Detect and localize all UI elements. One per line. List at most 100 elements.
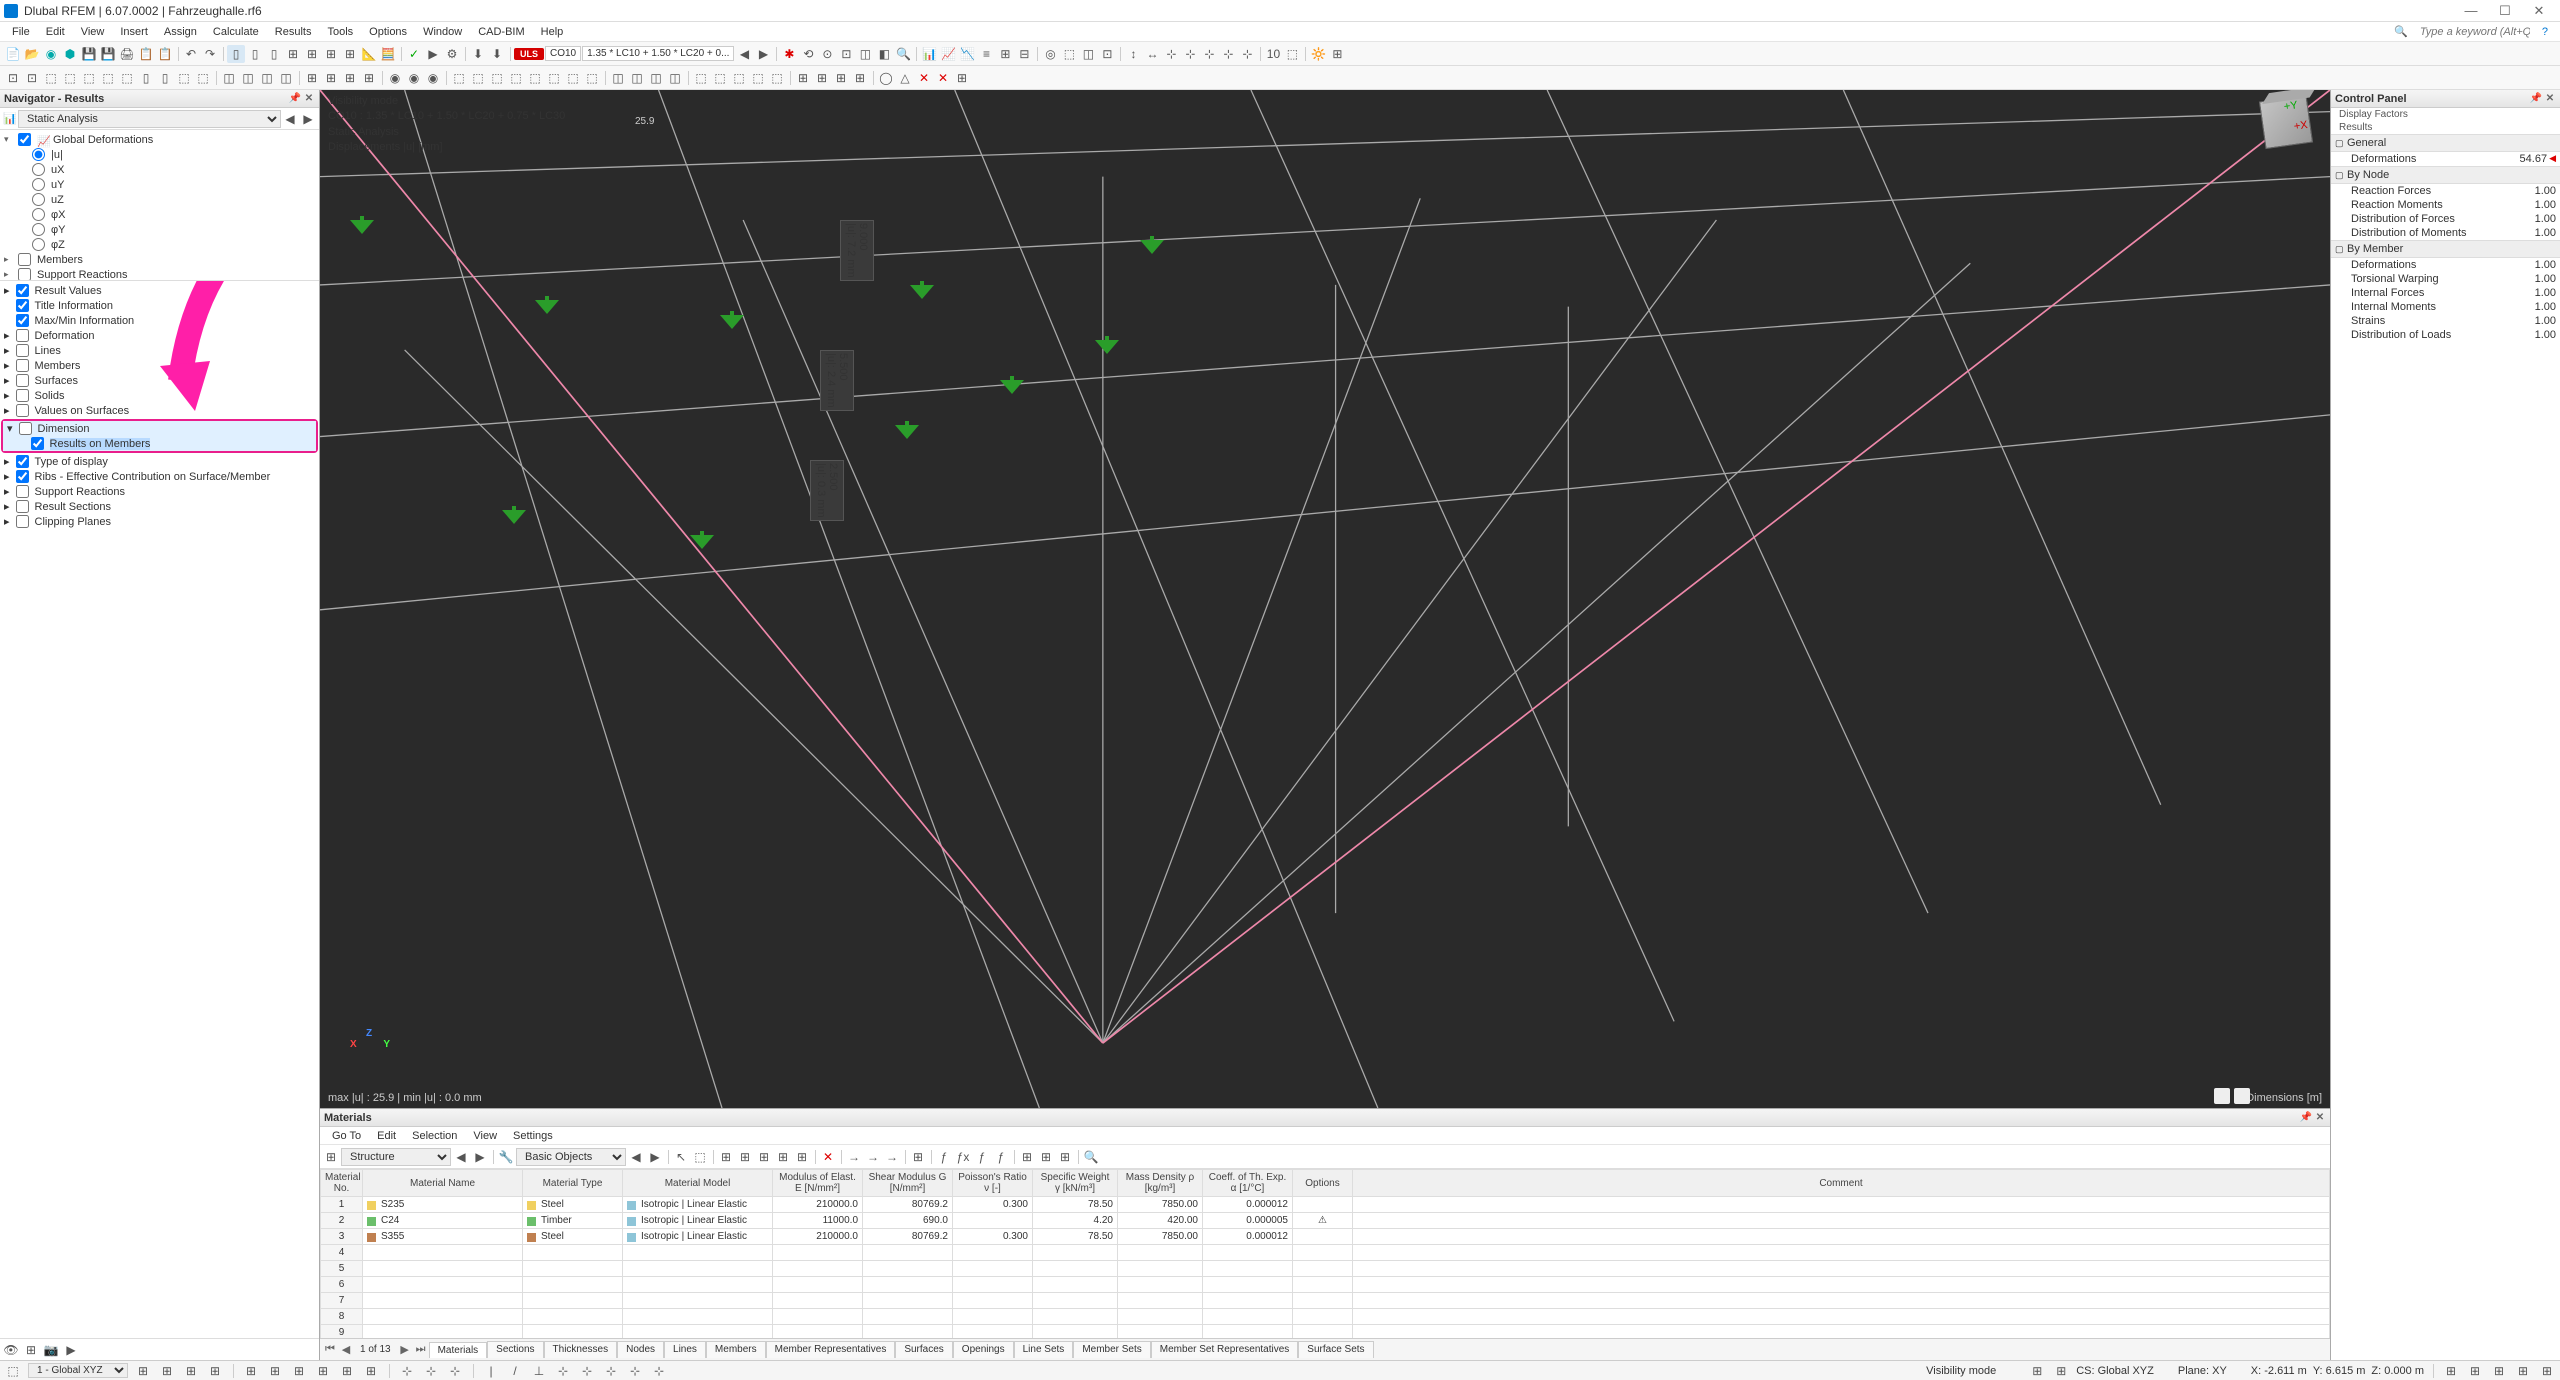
mt11-icon[interactable]: ⊞	[909, 1148, 927, 1166]
sb-icon3[interactable]: ⊞	[158, 1362, 176, 1380]
cp-row[interactable]: Reaction Moments1.00	[2331, 198, 2560, 212]
chk[interactable]	[16, 284, 29, 297]
caret-icon[interactable]: ▸	[4, 455, 10, 468]
fx4-icon[interactable]: ƒ	[992, 1148, 1010, 1166]
disp1-icon[interactable]: 📊	[920, 45, 938, 63]
tab-surfaces[interactable]: Surfaces	[895, 1341, 952, 1358]
tab-openings[interactable]: Openings	[953, 1341, 1014, 1358]
cp-row[interactable]: Distribution of Loads1.00	[2331, 328, 2560, 342]
view5-icon[interactable]: ⊞	[303, 45, 321, 63]
r4-icon[interactable]: ⊡	[837, 45, 855, 63]
sb-icon14[interactable]: ⊹	[446, 1362, 464, 1380]
mt15-icon[interactable]: ⊞	[1018, 1148, 1036, 1166]
dimension-check[interactable]	[19, 422, 32, 435]
new-icon[interactable]: 📄	[4, 45, 22, 63]
prev-icon[interactable]: ◀	[338, 1343, 354, 1356]
tree-phix[interactable]: φX	[51, 209, 315, 221]
sb-icon5[interactable]: ⊞	[206, 1362, 224, 1380]
tree-support2[interactable]: Support Reactions	[35, 486, 126, 498]
menu-results[interactable]: Results	[267, 24, 320, 40]
col-cm[interactable]: Comment	[1353, 1170, 2330, 1197]
sb-icon22[interactable]: ⊹	[650, 1362, 668, 1380]
mt2-icon[interactable]: ⬚	[691, 1148, 709, 1166]
sb-icon8[interactable]: ⊞	[290, 1362, 308, 1380]
sb-end1-icon[interactable]: ⊞	[2442, 1362, 2460, 1380]
tree-maxmin[interactable]: Max/Min Information	[35, 315, 135, 327]
close-panel-icon[interactable]: ✕	[303, 93, 315, 105]
delete-icon[interactable]: ✕	[819, 1148, 837, 1166]
chk[interactable]	[16, 500, 29, 513]
mat-menu-view[interactable]: View	[465, 1128, 505, 1144]
tab-members[interactable]: Members	[706, 1341, 766, 1358]
sun-icon[interactable]: 🔆	[1309, 45, 1327, 63]
table-row[interactable]: 9	[321, 1325, 2330, 1339]
t2-del4-icon[interactable]: ✕	[934, 69, 952, 87]
tab-lines[interactable]: Lines	[664, 1341, 706, 1358]
chk[interactable]	[16, 515, 29, 528]
magnify-icon[interactable]: 🔍	[1082, 1148, 1100, 1166]
tree-lines[interactable]: Lines	[35, 345, 61, 357]
print-icon[interactable]: 🖨	[118, 45, 136, 63]
t2-29-icon[interactable]: ⬚	[564, 69, 582, 87]
chk[interactable]	[16, 299, 29, 312]
wizard-icon[interactable]: ◉	[42, 45, 60, 63]
table-row[interactable]: 5	[321, 1261, 2330, 1277]
n2-icon[interactable]: ⬚	[1283, 45, 1301, 63]
caret-icon[interactable]: ▸	[4, 389, 10, 402]
caret-icon[interactable]: ▸	[4, 470, 10, 483]
tab-nodes[interactable]: Nodes	[617, 1341, 664, 1358]
sb-icon12[interactable]: ⊹	[398, 1362, 416, 1380]
radio-u[interactable]	[32, 148, 45, 161]
t2-37-icon[interactable]: ⬚	[730, 69, 748, 87]
t2-10-icon[interactable]: ⬚	[175, 69, 193, 87]
tab-member-set-representatives[interactable]: Member Set Representatives	[1151, 1341, 1299, 1358]
mt1-icon[interactable]: ↖	[672, 1148, 690, 1166]
cp-row[interactable]: Reaction Forces1.00	[2331, 184, 2560, 198]
undo-icon[interactable]: ↶	[182, 45, 200, 63]
r6-icon[interactable]: ◧	[875, 45, 893, 63]
pin-icon[interactable]: 📌	[289, 93, 301, 105]
tree-deformation[interactable]: Deformation	[35, 330, 95, 342]
search-input[interactable]	[2420, 26, 2530, 38]
t2-26-icon[interactable]: ⬚	[507, 69, 525, 87]
r7-icon[interactable]: 🔍	[894, 45, 912, 63]
chk[interactable]	[16, 389, 29, 402]
close-panel-icon[interactable]: ✕	[2314, 1112, 2326, 1124]
sb-icon18[interactable]: ⊹	[554, 1362, 572, 1380]
tab-member-sets[interactable]: Member Sets	[1073, 1341, 1150, 1358]
menu-file[interactable]: File	[4, 24, 38, 40]
table-row[interactable]: 3S355SteelIsotropic | Linear Elastic2100…	[321, 1229, 2330, 1245]
t2-21-icon[interactable]: ◉	[405, 69, 423, 87]
menu-view[interactable]: View	[73, 24, 113, 40]
caret-icon[interactable]: ▸	[4, 515, 10, 528]
tree-type-display[interactable]: Type of display	[35, 456, 108, 468]
disp4-icon[interactable]: ≡	[977, 45, 995, 63]
support-check[interactable]	[18, 268, 31, 280]
menu-insert[interactable]: Insert	[112, 24, 156, 40]
tab-sections[interactable]: Sections	[487, 1341, 543, 1358]
cp-row[interactable]: Distribution of Forces1.00	[2331, 212, 2560, 226]
mt7-icon[interactable]: ⊞	[793, 1148, 811, 1166]
load2-icon[interactable]: ⬇	[488, 45, 506, 63]
next-icon[interactable]: ▶	[299, 110, 317, 128]
t2-del2-icon[interactable]: △	[896, 69, 914, 87]
tree-solids[interactable]: Solids	[35, 390, 65, 402]
t2-36-icon[interactable]: ⬚	[711, 69, 729, 87]
t2-9-icon[interactable]: ▯	[156, 69, 174, 87]
disp5-icon[interactable]: ⊞	[996, 45, 1014, 63]
t2-42-icon[interactable]: ⊞	[832, 69, 850, 87]
mt16-icon[interactable]: ⊞	[1037, 1148, 1055, 1166]
menu-calculate[interactable]: Calculate	[205, 24, 267, 40]
s1-icon[interactable]: ◎	[1041, 45, 1059, 63]
mat-menu-edit[interactable]: Edit	[369, 1128, 404, 1144]
expand-icon[interactable]: ▢	[2335, 170, 2347, 181]
t2-32-icon[interactable]: ◫	[628, 69, 646, 87]
t2-7-icon[interactable]: ⬚	[118, 69, 136, 87]
sb-icon17[interactable]: ⊥	[530, 1362, 548, 1380]
menu-window[interactable]: Window	[415, 24, 470, 40]
last-icon[interactable]: ⏭	[413, 1343, 429, 1356]
nav2-icon[interactable]: ⊞	[22, 1341, 40, 1359]
members-check[interactable]	[18, 253, 31, 266]
materials-grid[interactable]: Material No. Material Name Material Type…	[320, 1169, 2330, 1338]
grid-icon[interactable]: ⊞	[1328, 45, 1346, 63]
